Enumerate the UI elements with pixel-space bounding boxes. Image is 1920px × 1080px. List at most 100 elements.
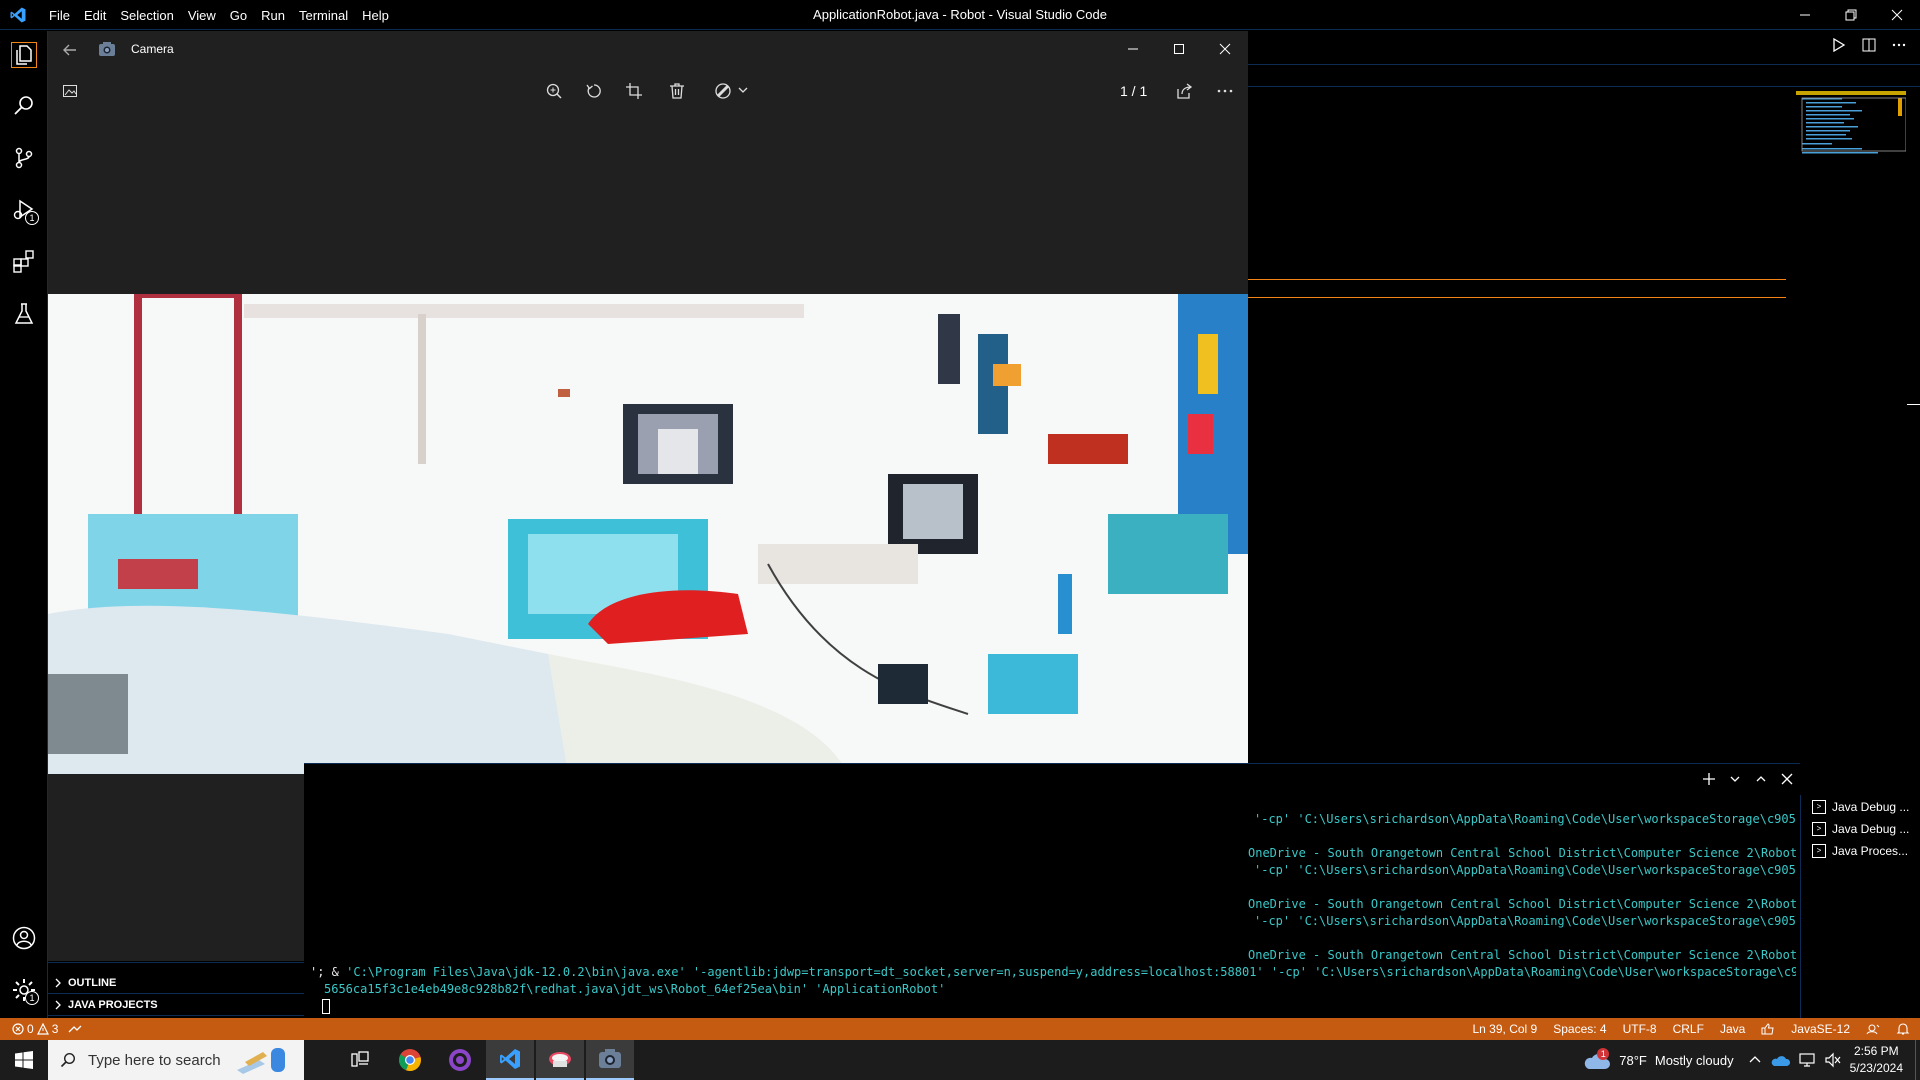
close-button[interactable] xyxy=(1874,0,1920,30)
outline-label: OUTLINE xyxy=(68,976,117,989)
warning-icon xyxy=(36,1023,49,1035)
menu-go[interactable]: Go xyxy=(223,8,254,23)
java-runtime[interactable]: JavaSE-12 xyxy=(1791,1022,1850,1036)
photos-taskbar-app[interactable] xyxy=(536,1040,584,1080)
camera-close-button[interactable] xyxy=(1202,31,1248,67)
minimize-icon xyxy=(1128,48,1138,50)
camera-icon xyxy=(599,1049,621,1068)
weather-widget[interactable]: 1 78°F Mostly cloudy xyxy=(1583,1048,1734,1071)
zoom-in-icon xyxy=(546,83,562,99)
terminal-dropdown-button[interactable] xyxy=(1722,768,1748,790)
explorer-button[interactable] xyxy=(0,31,48,79)
vscode-taskbar-app[interactable] xyxy=(486,1040,534,1080)
task-view-button[interactable] xyxy=(336,1040,384,1080)
problems-indicator[interactable]: 0 3 xyxy=(12,1022,58,1036)
current-line-border-bottom xyxy=(1248,297,1786,298)
maximize-panel-button[interactable] xyxy=(1748,768,1774,790)
windows-logo-icon xyxy=(15,1051,33,1069)
minimize-button[interactable] xyxy=(1782,0,1828,30)
camera-app-icon xyxy=(99,42,115,56)
terminal-session[interactable]: > Java Proces... xyxy=(1801,840,1920,862)
error-count: 0 xyxy=(27,1022,34,1036)
manage-button[interactable]: 1 xyxy=(0,966,48,1014)
run-debug-button[interactable]: 1 xyxy=(0,186,48,234)
camera-app-title: Camera xyxy=(131,42,174,56)
zoom-button[interactable] xyxy=(542,79,566,103)
encoding[interactable]: UTF-8 xyxy=(1623,1022,1657,1036)
remote-explorer-icon[interactable] xyxy=(68,1023,82,1035)
indentation[interactable]: Spaces: 4 xyxy=(1553,1022,1606,1036)
new-terminal-button[interactable] xyxy=(1696,768,1722,790)
camera-taskbar-app[interactable] xyxy=(586,1040,634,1080)
minimap[interactable] xyxy=(1796,88,1906,183)
cursor-position[interactable]: Ln 39, Col 9 xyxy=(1473,1022,1538,1036)
terminal-command-line: '; & 'C:\Program Files\Java\jdk-12.0.2\b… xyxy=(310,965,1796,979)
crop-button[interactable] xyxy=(622,79,646,103)
windows-taskbar: Type here to search 1 78°F Mostly cloudy xyxy=(0,1040,1920,1080)
show-desktop-button[interactable] xyxy=(1915,1040,1920,1080)
testing-button[interactable] xyxy=(0,290,48,338)
java-projects-section[interactable]: JAVA PROJECTS xyxy=(48,994,304,1016)
chrome-taskbar-app[interactable] xyxy=(386,1040,434,1080)
terminal-line: OneDrive - South Orangetown Central Scho… xyxy=(1248,948,1798,962)
edit-menu-button[interactable] xyxy=(712,79,752,103)
terminal-session[interactable]: > Java Debug ... xyxy=(1801,796,1920,818)
menu-selection[interactable]: Selection xyxy=(113,8,180,23)
split-editor-button[interactable] xyxy=(1858,34,1880,56)
search-button[interactable] xyxy=(0,82,48,130)
run-java-button[interactable] xyxy=(1828,34,1850,56)
close-icon xyxy=(1781,773,1793,785)
menu-run[interactable]: Run xyxy=(254,8,292,23)
restore-button[interactable] xyxy=(1828,0,1874,30)
terminal-cursor xyxy=(322,999,330,1014)
search-icon xyxy=(14,96,33,115)
menu-view[interactable]: View xyxy=(181,8,223,23)
onedrive-icon[interactable] xyxy=(1770,1052,1790,1068)
warning-count: 3 xyxy=(51,1022,59,1036)
status-bar: 0 3 Ln 39, Col 9 Spaces: 4 UTF-8 CRLF Ja… xyxy=(0,1018,1920,1040)
terminal-icon: > xyxy=(1812,844,1826,858)
camera-toolbar: 1 / 1 xyxy=(48,67,1248,115)
github-desktop-icon xyxy=(449,1049,471,1071)
language-mode[interactable]: Java xyxy=(1720,1022,1745,1036)
camera-minimize-button[interactable] xyxy=(1110,31,1156,67)
rotate-button[interactable] xyxy=(582,79,606,103)
share-button[interactable] xyxy=(1172,79,1196,103)
delete-button[interactable] xyxy=(665,79,689,103)
speaker-muted-icon[interactable] xyxy=(1824,1052,1842,1068)
accounts-button[interactable] xyxy=(0,914,48,962)
captured-photo[interactable] xyxy=(48,294,1248,774)
search-placeholder: Type here to search xyxy=(88,1051,221,1069)
clock[interactable]: 2:56 PM 5/23/2024 xyxy=(1850,1043,1903,1077)
github-taskbar-app[interactable] xyxy=(436,1040,484,1080)
menu-help[interactable]: Help xyxy=(355,8,396,23)
more-icon xyxy=(1892,43,1906,47)
menu-file[interactable]: File xyxy=(42,8,77,23)
end-of-line[interactable]: CRLF xyxy=(1673,1022,1704,1036)
source-control-button[interactable] xyxy=(0,134,48,182)
terminal-session-list: > Java Debug ... > Java Debug ... > Java Pr… xyxy=(1800,795,1920,1018)
camera-maximize-button[interactable] xyxy=(1156,31,1202,67)
close-panel-button[interactable] xyxy=(1774,768,1800,790)
start-button[interactable] xyxy=(0,1040,48,1080)
menu-edit[interactable]: Edit xyxy=(77,8,113,23)
bell-icon[interactable] xyxy=(1896,1022,1910,1036)
thumbs-up-icon[interactable] xyxy=(1761,1023,1775,1035)
plus-icon xyxy=(1703,773,1715,785)
more-actions-button[interactable] xyxy=(1888,34,1910,56)
terminal-session-label: Java Debug ... xyxy=(1832,800,1910,814)
taskbar-search-box[interactable]: Type here to search xyxy=(48,1040,304,1080)
feedback-icon[interactable] xyxy=(1866,1023,1880,1035)
network-icon[interactable] xyxy=(1798,1052,1816,1068)
back-arrow-icon[interactable] xyxy=(60,40,80,60)
menu-terminal[interactable]: Terminal xyxy=(292,8,355,23)
outline-section[interactable]: OUTLINE xyxy=(48,972,304,994)
chevron-up-icon[interactable] xyxy=(1748,1053,1762,1067)
gallery-button[interactable] xyxy=(58,79,82,103)
extensions-button[interactable] xyxy=(0,238,48,286)
close-icon xyxy=(1891,9,1903,21)
crop-icon xyxy=(626,83,642,99)
more-options-button[interactable] xyxy=(1213,79,1237,103)
terminal-session[interactable]: > Java Debug ... xyxy=(1801,818,1920,840)
terminal-panel[interactable] xyxy=(304,763,1800,1018)
